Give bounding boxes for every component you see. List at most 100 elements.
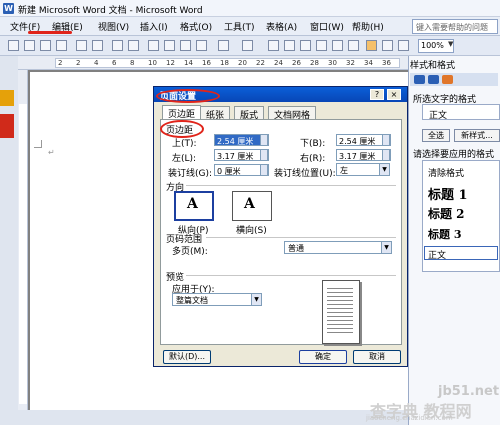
annotation-file-area <box>8 18 48 34</box>
tab-margins[interactable]: 页边距 <box>162 105 202 120</box>
tab-doc-grid[interactable]: 文档网格 <box>268 106 317 121</box>
permission-icon[interactable] <box>56 40 67 51</box>
show-hide-icon[interactable] <box>382 40 393 51</box>
bottom-spin-icon[interactable] <box>382 134 390 146</box>
horizontal-ruler[interactable]: 2 2 4 6 8 10 12 14 16 18 20 22 24 26 28 … <box>55 58 400 68</box>
hyperlink-icon[interactable] <box>268 40 279 51</box>
tab-paper[interactable]: 纸张 <box>200 106 231 121</box>
pane-title: 样式和格式 <box>410 61 456 71</box>
preview-line <box>327 308 353 309</box>
menu-window[interactable]: 窗口(W) <box>310 20 344 33</box>
reading-layout-icon[interactable] <box>398 40 409 51</box>
ok-button[interactable]: 确定 <box>299 350 347 364</box>
paragraph-mark-icon: ↵ <box>48 148 55 157</box>
ruler-number: 30 <box>328 59 337 67</box>
gutter-spin-icon[interactable] <box>260 164 268 176</box>
window-title: 新建 Microsoft Word 文档 - Microsoft Word <box>18 6 203 16</box>
default-button[interactable]: 默认(D)... <box>163 350 211 364</box>
cut-icon[interactable] <box>148 40 159 51</box>
gutter-label: 装订线(G): <box>168 169 213 179</box>
preview-line <box>327 292 353 293</box>
style-normal[interactable]: 正文 <box>424 246 498 261</box>
save-icon[interactable] <box>40 40 51 51</box>
chevron-down-icon[interactable]: ▼ <box>251 294 261 305</box>
cancel-button[interactable]: 取消 <box>353 350 401 364</box>
document-map-icon[interactable] <box>366 40 377 51</box>
annotation-circle-title <box>156 89 220 103</box>
menu-insert[interactable]: 插入(I) <box>140 20 168 33</box>
right-label: 右(R): <box>300 154 326 164</box>
menu-table[interactable]: 表格(A) <box>266 20 297 33</box>
side-badge-icon <box>0 90 14 106</box>
open-icon[interactable] <box>24 40 35 51</box>
ruler-number: 14 <box>184 59 193 67</box>
apply-to-select[interactable]: 整篇文档 <box>172 293 262 306</box>
chevron-down-icon[interactable]: ▼ <box>379 164 389 175</box>
watermark-url: jiaocheng.chazidian.com <box>366 414 453 422</box>
preview-line <box>327 300 353 301</box>
menu-format[interactable]: 格式(O) <box>180 20 212 33</box>
right-spin-icon[interactable] <box>382 149 390 161</box>
tab-layout[interactable]: 版式 <box>234 106 265 121</box>
ruler-number: 16 <box>202 59 211 67</box>
watermark-site: jb51.net <box>438 384 500 399</box>
preview-line <box>327 328 353 329</box>
multiple-pages-label: 多页(M): <box>172 247 208 257</box>
drawing-icon[interactable] <box>348 40 359 51</box>
left-label: 左(L): <box>172 154 197 164</box>
chevron-down-icon[interactable]: ▼ <box>381 242 391 253</box>
bottom-strip <box>18 410 408 425</box>
forward-icon[interactable] <box>428 75 439 84</box>
help-button[interactable]: ? <box>370 89 384 100</box>
redo-icon[interactable] <box>242 40 253 51</box>
new-style-button[interactable]: 新样式... <box>454 129 500 142</box>
columns-icon[interactable] <box>332 40 343 51</box>
home-icon[interactable] <box>442 75 453 84</box>
ruler-number: 22 <box>256 59 265 67</box>
menu-tools[interactable]: 工具(T) <box>224 20 255 33</box>
apply-format-label: 请选择要应用的格式 <box>413 150 495 160</box>
gutter-position-label: 装订线位置(U): <box>274 169 336 179</box>
research-icon[interactable] <box>128 40 139 51</box>
close-button[interactable]: × <box>387 89 401 100</box>
chevron-down-icon[interactable]: ▼ <box>448 40 453 48</box>
preview-line <box>327 304 353 305</box>
top-spin-icon[interactable] <box>260 134 268 146</box>
spelling-icon[interactable] <box>112 40 123 51</box>
multiple-pages-select[interactable]: 普通 <box>284 241 392 254</box>
preview-line <box>327 324 353 325</box>
ruler-number: 12 <box>166 59 175 67</box>
ruler-number: 28 <box>310 59 319 67</box>
menu-view[interactable]: 视图(V) <box>98 20 129 33</box>
ruler-number: 6 <box>112 59 117 67</box>
preview-line <box>327 332 353 333</box>
section-divider <box>186 185 396 186</box>
print-icon[interactable] <box>76 40 87 51</box>
ruler-number: 26 <box>292 59 301 67</box>
copy-icon[interactable] <box>164 40 175 51</box>
print-preview-icon[interactable] <box>92 40 103 51</box>
menu-help[interactable]: 帮助(H) <box>352 20 384 33</box>
style-heading-2[interactable]: 标题 2 <box>428 205 465 222</box>
ruler-number: 36 <box>382 59 391 67</box>
left-spin-icon[interactable] <box>260 149 268 161</box>
style-heading-1[interactable]: 标题 1 <box>428 184 468 203</box>
paste-icon[interactable] <box>180 40 191 51</box>
ruler-number: 10 <box>148 59 157 67</box>
style-heading-3[interactable]: 标题 3 <box>428 226 461 242</box>
help-search-input[interactable]: 键入需要帮助的问题 <box>412 19 498 34</box>
style-clear-formatting[interactable]: 清除格式 <box>428 166 464 179</box>
back-icon[interactable] <box>414 75 425 84</box>
current-format-field[interactable]: 正文 <box>422 104 500 121</box>
ruler-number: 32 <box>346 59 355 67</box>
ruler-number: 4 <box>94 59 99 67</box>
word-app-icon: W <box>3 3 14 14</box>
tables-borders-icon[interactable] <box>284 40 295 51</box>
format-painter-icon[interactable] <box>196 40 207 51</box>
undo-icon[interactable] <box>218 40 229 51</box>
landscape-label: 横向(S) <box>236 226 267 236</box>
insert-excel-icon[interactable] <box>316 40 327 51</box>
select-all-button[interactable]: 全选 <box>422 129 450 142</box>
new-doc-icon[interactable] <box>8 40 19 51</box>
insert-table-icon[interactable] <box>300 40 311 51</box>
